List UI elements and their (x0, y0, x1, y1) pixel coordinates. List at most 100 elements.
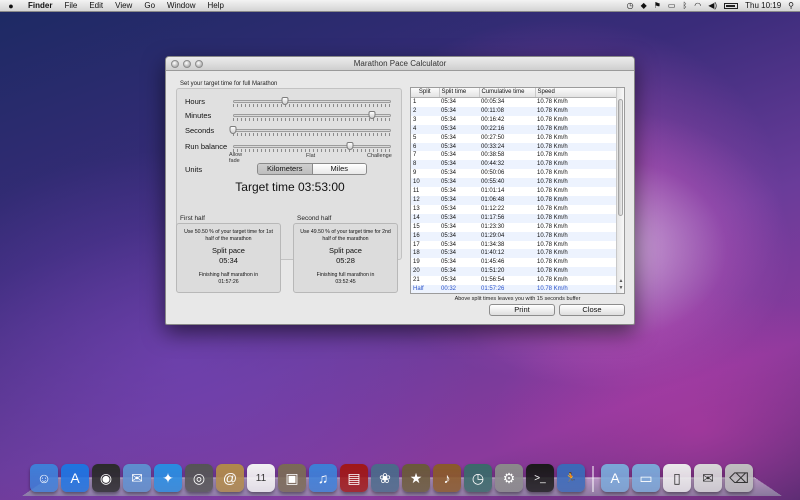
dock-preview-icon[interactable]: ▣ (278, 464, 306, 492)
hours-slider-knob[interactable] (281, 97, 289, 105)
marathon-pace-window: Marathon Pace Calculator Set your target… (165, 56, 635, 325)
seconds-slider[interactable] (229, 126, 391, 136)
col-header-split-time[interactable]: Split time (439, 88, 480, 98)
dock-mail-icon[interactable]: ✉ (123, 464, 151, 492)
table-row[interactable]: 1 05:34 00:05:34 10.78 Km/h (411, 98, 618, 107)
screen-icon[interactable]: ▭ (668, 1, 676, 10)
table-row[interactable]: 14 05:34 01:17:56 10.78 Km/h (411, 213, 618, 223)
table-row[interactable]: 5 05:34 00:27:50 10.78 Km/h (411, 134, 618, 143)
table-row[interactable]: Half 00:32 01:57:26 10.78 Km/h (411, 285, 618, 293)
run-balance-slider-knob[interactable] (346, 142, 354, 150)
dock-marathon-app-icon[interactable]: 🏃 (557, 464, 585, 492)
table-scrollbar[interactable]: ▲ ▼ (616, 88, 624, 293)
dock-applications-folder-icon[interactable]: A (601, 464, 629, 492)
scroll-up-icon[interactable]: ▲ (617, 278, 624, 284)
first-half-split-label: Split pace (212, 246, 245, 255)
menu-view[interactable]: View (109, 1, 138, 10)
minutes-slider[interactable] (233, 111, 391, 121)
col-header-split[interactable]: Split (411, 88, 440, 98)
cell-split-time: 05:34 (441, 99, 457, 105)
menu-help[interactable]: Help (201, 1, 229, 10)
menu-clock[interactable]: Thu 10:19 (745, 1, 781, 10)
dock-facetime-icon[interactable]: ◎ (185, 464, 213, 492)
cell-split: Half (411, 285, 439, 293)
minimize-window-icon[interactable] (183, 60, 191, 68)
splits-table[interactable]: Split Split time Cumulative time Speed 1… (410, 87, 625, 294)
bluetooth-icon[interactable]: ᛒ (682, 1, 687, 10)
timemachine-icon[interactable]: ◷ (627, 1, 634, 10)
scroll-down-icon[interactable]: ▼ (617, 285, 624, 291)
menu-go[interactable]: Go (138, 1, 161, 10)
cell-cumulative-time: 01:34:38 (481, 241, 505, 248)
dock-ical-icon[interactable]: 11 (247, 464, 275, 492)
dock-address-book-icon[interactable]: @ (216, 464, 244, 492)
volume-icon[interactable]: ◀) (708, 1, 717, 10)
hours-slider[interactable] (233, 97, 391, 107)
dock-trash-icon[interactable]: ⌫ (725, 464, 753, 492)
dock-garageband-icon[interactable]: ♪ (433, 464, 461, 492)
dock-document-icon[interactable]: ▯ (663, 464, 691, 492)
dock-dashboard-icon[interactable]: ◉ (92, 464, 120, 492)
dock-time-machine-icon[interactable]: ◷ (464, 464, 492, 492)
flag-icon[interactable]: ⚑ (654, 1, 661, 10)
dock-downloads-icon[interactable]: ✉ (694, 464, 722, 492)
table-row[interactable]: 12 05:34 01:06:48 10.78 Km/h (411, 195, 618, 205)
table-row[interactable]: 3 05:34 00:16:42 10.78 Km/h (411, 116, 618, 125)
first-half-split-value: 05:34 (219, 256, 238, 265)
table-row[interactable]: 11 05:34 01:01:14 10.78 Km/h (411, 187, 618, 196)
dock-app-store-icon[interactable]: A (61, 464, 89, 492)
dock-finder-icon[interactable]: ☺ (30, 464, 58, 492)
menu-file[interactable]: File (58, 1, 83, 10)
table-row[interactable]: 19 05:34 01:45:46 10.78 Km/h (411, 258, 618, 267)
dock-photo-booth-icon[interactable]: ▤ (340, 464, 368, 492)
menu-window[interactable]: Window (161, 1, 201, 10)
dropbox-icon[interactable]: ◆ (641, 1, 647, 10)
seconds-slider-knob[interactable] (229, 126, 237, 134)
table-row[interactable]: 18 05:34 01:40:12 10.78 Km/h (411, 249, 618, 259)
units-miles-option[interactable]: Miles (312, 164, 366, 174)
cell-cumulative-time: 00:38:58 (481, 152, 505, 159)
dock-system-preferences-icon[interactable]: ⚙ (495, 464, 523, 492)
table-row[interactable]: 10 05:34 00:55:40 10.78 Km/h (411, 178, 618, 188)
dock-terminal-icon[interactable]: >_ (526, 464, 554, 492)
units-kilometers-option[interactable]: Kilometers (258, 164, 313, 174)
dock-itunes-icon[interactable]: ♫ (309, 464, 337, 492)
table-row[interactable]: 21 05:34 01:56:54 10.78 Km/h (411, 276, 618, 285)
table-row[interactable]: 8 05:34 00:44:32 10.78 Km/h (411, 160, 618, 170)
dock-imovie-icon[interactable]: ★ (402, 464, 430, 492)
dock-safari-icon[interactable]: ✦ (154, 464, 182, 492)
cell-speed: 10.78 Km/h (535, 267, 618, 277)
table-row[interactable]: 6 05:34 00:33:24 10.78 Km/h (411, 142, 618, 152)
battery-icon[interactable] (724, 2, 739, 9)
print-button[interactable]: Print (489, 304, 555, 316)
minutes-slider-knob[interactable] (368, 111, 376, 119)
dock-documents-folder-icon[interactable]: ▭ (632, 464, 660, 492)
cell-split-time: 05:34 (439, 231, 479, 241)
dock-iphoto-icon[interactable]: ❀ (371, 464, 399, 492)
table-row[interactable]: 16 05:34 01:29:04 10.78 Km/h (411, 231, 618, 241)
table-row[interactable]: 15 05:34 01:23:30 10.78 Km/h (411, 223, 618, 232)
table-scrollbar-thumb[interactable] (618, 99, 623, 216)
close-window-icon[interactable] (171, 60, 179, 68)
table-row[interactable]: 7 05:34 00:38:58 10.78 Km/h (411, 151, 618, 160)
close-button[interactable]: Close (559, 304, 625, 316)
window-titlebar[interactable]: Marathon Pace Calculator (166, 57, 634, 71)
menu-edit[interactable]: Edit (83, 1, 109, 10)
run-balance-slider[interactable] (233, 142, 391, 152)
cell-split: 14 (411, 213, 439, 223)
table-row[interactable]: 13 05:34 01:12:22 10.78 Km/h (411, 205, 618, 214)
zoom-window-icon[interactable] (195, 60, 203, 68)
table-row[interactable]: 9 05:34 00:50:06 10.78 Km/h (411, 169, 618, 178)
cell-speed: 10.78 Km/h (537, 188, 568, 195)
col-header-speed[interactable]: Speed (535, 88, 619, 98)
spotlight-icon[interactable]: ⚲ (788, 1, 794, 10)
menu-app-finder[interactable]: Finder (22, 1, 58, 10)
units-segmented-control[interactable]: Kilometers Miles (257, 163, 367, 175)
table-row[interactable]: 17 05:34 01:34:38 10.78 Km/h (411, 241, 618, 250)
table-row[interactable]: 2 05:34 00:11:08 10.78 Km/h (411, 106, 618, 116)
col-header-cumulative-time[interactable]: Cumulative time (479, 88, 536, 98)
apple-icon[interactable]: ● (0, 1, 22, 11)
wifi-icon[interactable]: ◠ (694, 1, 701, 10)
table-row[interactable]: 20 05:34 01:51:20 10.78 Km/h (411, 267, 618, 277)
table-row[interactable]: 4 05:34 00:22:16 10.78 Km/h (411, 124, 618, 134)
